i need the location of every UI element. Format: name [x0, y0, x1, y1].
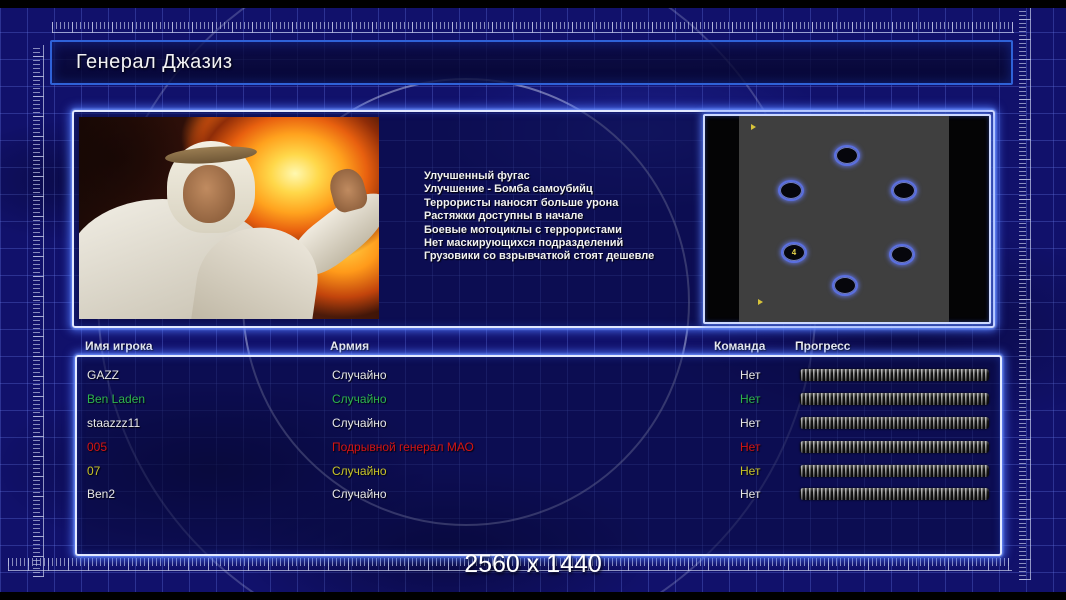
ability-item: Нет маскирующихся подразделений — [424, 237, 624, 250]
ruler-right — [1019, 8, 1031, 580]
player-table-header: Имя игрока Армия Команда Прогресс — [0, 339, 1066, 354]
ability-item: Грузовики со взрывчаткой стоят дешевле — [424, 250, 655, 263]
player-team: Нет — [740, 463, 761, 478]
player-team: Нет — [740, 368, 761, 382]
player-team: Нет — [740, 439, 761, 454]
loading-progress-bar — [800, 488, 989, 501]
ability-item: Улучшение - Бомба самоубийц — [424, 183, 593, 196]
resolution-label: 2560 x 1440 — [464, 550, 602, 578]
letterbox-top — [0, 0, 1066, 8]
start-position-marker — [891, 180, 917, 201]
letterbox-bottom — [0, 592, 1066, 600]
player-team: Нет — [740, 415, 761, 430]
map-preview: 4 — [703, 114, 991, 324]
player-row: GAZZ Случайно Нет — [79, 363, 998, 387]
map-flag-icon — [758, 299, 763, 305]
ruler-top — [52, 22, 1014, 33]
player-team: Нет — [740, 391, 761, 406]
player-army: Случайно — [332, 463, 387, 478]
start-position-marker-numbered: 4 — [781, 242, 807, 263]
column-header-team: Команда — [714, 339, 766, 353]
player-row: staazzz11 Случайно Нет — [79, 411, 998, 435]
player-army: Случайно — [332, 391, 387, 406]
loading-progress-bar — [800, 369, 989, 381]
map-flag-icon — [751, 124, 756, 130]
player-row: Ben2 Случайно Нет — [79, 482, 998, 506]
player-name: staazzz11 — [87, 415, 141, 430]
player-name: 005 — [87, 439, 108, 454]
column-header-name: Имя игрока — [85, 339, 153, 353]
loading-progress-bar — [800, 392, 989, 405]
player-team: Нет — [740, 487, 761, 502]
player-army: Случайно — [332, 415, 387, 430]
player-list-panel: GAZZ Случайно Нет Ben Laden Случайно Нет… — [75, 355, 1002, 556]
start-position-marker — [778, 180, 804, 201]
player-name: GAZZ — [87, 368, 119, 382]
loading-screen: Генерал Джазиз Улучшенный фугас Улучшени… — [0, 0, 1066, 600]
column-header-army: Армия — [330, 339, 370, 353]
player-name: Ben Laden — [87, 391, 146, 406]
player-rows: GAZZ Случайно Нет Ben Laden Случайно Нет… — [79, 359, 998, 506]
general-abilities-list: Улучшенный фугас Улучшение - Бомба самоу… — [424, 170, 724, 264]
general-info-panel: Улучшенный фугас Улучшение - Бомба самоу… — [72, 110, 995, 328]
column-header-progress: Прогресс — [795, 339, 851, 353]
general-portrait-image — [79, 117, 379, 319]
player-army: Случайно — [332, 368, 387, 382]
title-bar: Генерал Джазиз — [50, 40, 1013, 85]
ability-item: Улучшенный фугас — [424, 170, 530, 182]
page-title: Генерал Джазиз — [76, 51, 233, 73]
start-position-marker — [889, 244, 915, 265]
ability-item: Боевые мотоциклы с террористами — [424, 223, 622, 236]
ability-item: Растяжки доступны в начале — [424, 210, 584, 223]
player-name: Ben2 — [87, 487, 116, 502]
start-position-marker — [834, 145, 860, 166]
player-army: Случайно — [332, 487, 387, 502]
loading-progress-bar — [800, 464, 989, 477]
player-name: 07 — [87, 463, 101, 478]
loading-progress-bar — [800, 416, 989, 429]
player-row: Ben Laden Случайно Нет — [79, 387, 998, 411]
start-position-marker — [832, 275, 858, 296]
player-army: Подрывной генерал МАО — [332, 439, 474, 454]
player-row: 07 Случайно Нет — [79, 459, 998, 483]
ability-item: Террористы наносят больше урона — [424, 196, 619, 209]
ruler-left — [33, 45, 44, 577]
loading-progress-bar — [800, 440, 989, 453]
player-row: 005 Подрывной генерал МАО Нет — [79, 435, 998, 459]
